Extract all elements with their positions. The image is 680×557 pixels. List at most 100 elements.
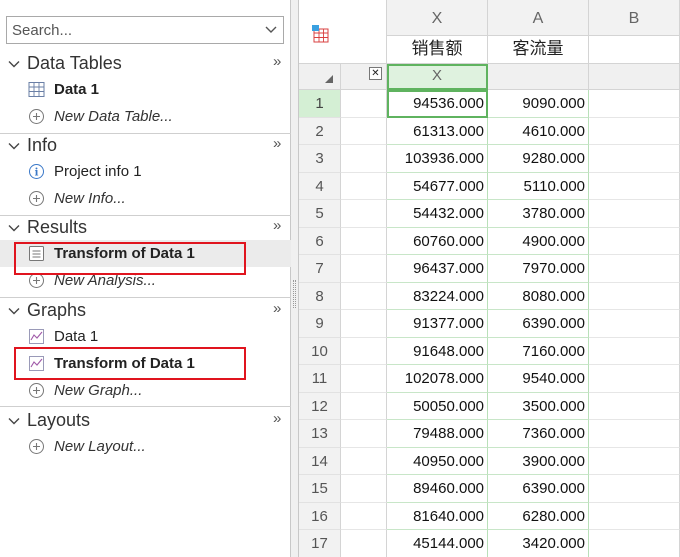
cell-b[interactable] <box>589 255 680 283</box>
cell-x[interactable]: 40950.000 <box>387 448 488 475</box>
row-number[interactable]: 17 <box>299 530 341 557</box>
cell-b[interactable] <box>589 420 680 448</box>
row-number[interactable]: 12 <box>299 393 341 420</box>
cell-a[interactable]: 6280.000 <box>488 503 589 530</box>
row-title-cell[interactable] <box>341 365 387 393</box>
row-number[interactable]: 6 <box>299 228 341 255</box>
cell-b[interactable] <box>589 310 680 338</box>
cell-b[interactable] <box>589 173 680 200</box>
cell-b[interactable] <box>589 393 680 420</box>
row-title-cell[interactable] <box>341 338 387 365</box>
cell-b[interactable] <box>589 118 680 145</box>
cell-x[interactable]: 60760.000 <box>387 228 488 255</box>
cell-a[interactable]: 6390.000 <box>488 475 589 503</box>
cell-a[interactable]: 9280.000 <box>488 145 589 173</box>
search-input[interactable] <box>7 17 257 43</box>
expand-more-icon[interactable]: » <box>273 53 281 70</box>
section-header-data-tables[interactable]: Data Tables » <box>0 52 291 76</box>
cell-a[interactable]: 7360.000 <box>488 420 589 448</box>
cell-a[interactable]: 7970.000 <box>488 255 589 283</box>
row-title-cell[interactable] <box>341 475 387 503</box>
expand-more-icon[interactable]: » <box>273 300 281 317</box>
cell-a[interactable]: 4610.000 <box>488 118 589 145</box>
subcolumn-header-x[interactable]: X <box>387 64 488 90</box>
row-title-cell[interactable] <box>341 200 387 228</box>
cell-a[interactable]: 3420.000 <box>488 530 589 557</box>
cell-x[interactable]: 54677.000 <box>387 173 488 200</box>
splitter-grip[interactable] <box>293 280 296 308</box>
row-number[interactable]: 10 <box>299 338 341 365</box>
nav-item-new-data-table[interactable]: New Data Table... <box>0 103 291 130</box>
cell-x[interactable]: 91648.000 <box>387 338 488 365</box>
cell-x[interactable]: 79488.000 <box>387 420 488 448</box>
section-header-results[interactable]: Results » <box>0 216 291 240</box>
nav-item-new-info[interactable]: New Info... <box>0 185 291 212</box>
cell-x[interactable]: 96437.000 <box>387 255 488 283</box>
chevron-down-icon[interactable] <box>264 22 278 36</box>
nav-item-project-info-1[interactable]: i Project info 1 <box>0 158 291 185</box>
nav-item-new-layout[interactable]: New Layout... <box>0 433 291 460</box>
expand-more-icon[interactable]: » <box>273 217 281 234</box>
row-title-cell[interactable] <box>341 255 387 283</box>
search-box[interactable] <box>6 16 284 44</box>
cell-x[interactable]: 94536.000 <box>387 90 488 118</box>
row-title-cell[interactable] <box>341 90 387 118</box>
chevron-down-icon[interactable] <box>8 140 20 152</box>
cell-b[interactable] <box>589 283 680 310</box>
row-title-cell[interactable] <box>341 228 387 255</box>
cell-b[interactable] <box>589 365 680 393</box>
close-icon[interactable]: ✕ <box>369 67 382 80</box>
column-letter-b[interactable]: B <box>589 0 680 36</box>
row-number[interactable]: 11 <box>299 365 341 393</box>
cell-a[interactable]: 9090.000 <box>488 90 589 118</box>
row-title-cell[interactable] <box>341 530 387 557</box>
cell-b[interactable] <box>589 338 680 365</box>
cell-x[interactable]: 61313.000 <box>387 118 488 145</box>
row-number[interactable]: 5 <box>299 200 341 228</box>
row-number[interactable]: 1 <box>299 90 341 118</box>
chevron-down-icon[interactable] <box>8 305 20 317</box>
cell-x[interactable]: 89460.000 <box>387 475 488 503</box>
cell-b[interactable] <box>589 200 680 228</box>
chevron-down-icon[interactable] <box>8 58 20 70</box>
cell-a[interactable]: 5110.000 <box>488 173 589 200</box>
cell-x[interactable]: 103936.000 <box>387 145 488 173</box>
row-title-cell[interactable] <box>341 310 387 338</box>
cell-b[interactable] <box>589 530 680 557</box>
cell-b[interactable] <box>589 475 680 503</box>
cell-b[interactable] <box>589 145 680 173</box>
row-number[interactable]: 7 <box>299 255 341 283</box>
row-number[interactable]: 13 <box>299 420 341 448</box>
chevron-down-icon[interactable] <box>8 222 20 234</box>
cell-a[interactable]: 3900.000 <box>488 448 589 475</box>
section-header-graphs[interactable]: Graphs » <box>0 299 291 323</box>
row-title-cell[interactable] <box>341 448 387 475</box>
cell-b[interactable] <box>589 90 680 118</box>
cell-x[interactable]: 83224.000 <box>387 283 488 310</box>
subcolumn-header-b[interactable] <box>589 64 680 90</box>
column-letter-x[interactable]: X <box>387 0 488 36</box>
row-title-cell[interactable] <box>341 503 387 530</box>
row-number[interactable]: 9 <box>299 310 341 338</box>
cell-a[interactable]: 9540.000 <box>488 365 589 393</box>
cell-b[interactable] <box>589 503 680 530</box>
nav-item-new-graph[interactable]: New Graph... <box>0 377 291 404</box>
row-number[interactable]: 2 <box>299 118 341 145</box>
column-title-a[interactable]: 客流量 <box>488 36 589 64</box>
row-number[interactable]: 15 <box>299 475 341 503</box>
cell-a[interactable]: 7160.000 <box>488 338 589 365</box>
cell-x[interactable]: 91377.000 <box>387 310 488 338</box>
row-number[interactable]: 16 <box>299 503 341 530</box>
chevron-down-icon[interactable] <box>8 415 20 427</box>
row-title-cell[interactable] <box>341 283 387 310</box>
cell-a[interactable]: 8080.000 <box>488 283 589 310</box>
nav-item-data-1[interactable]: Data 1 <box>0 76 291 103</box>
column-title-x[interactable]: 销售额 <box>387 36 488 64</box>
cell-a[interactable]: 3500.000 <box>488 393 589 420</box>
nav-item-graph-data-1[interactable]: Data 1 <box>0 323 291 350</box>
row-title-cell[interactable] <box>341 173 387 200</box>
row-number[interactable]: 4 <box>299 173 341 200</box>
expand-more-icon[interactable]: » <box>273 410 281 427</box>
cell-b[interactable] <box>589 448 680 475</box>
cell-b[interactable] <box>589 228 680 255</box>
